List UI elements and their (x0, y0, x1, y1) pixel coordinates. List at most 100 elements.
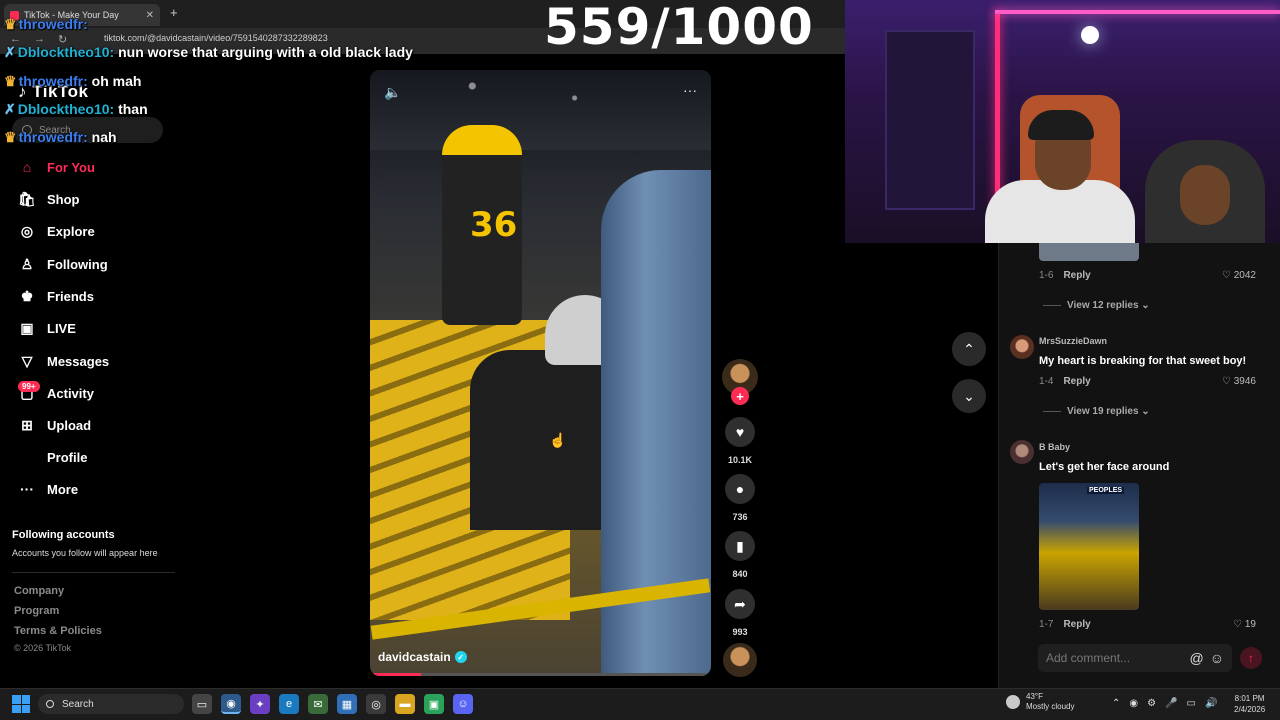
share-button[interactable]: ➦ (725, 589, 755, 619)
obs-icon[interactable]: ◎ (366, 694, 386, 714)
sidebar-item-friends[interactable]: ♚ Friends (18, 285, 94, 307)
sidebar-item-messages[interactable]: ▽ Messages (18, 350, 110, 372)
shop-icon: 🛍 (18, 190, 36, 207)
more-options-icon[interactable]: ··· (683, 82, 697, 98)
task-view-icon[interactable]: ▭ (192, 694, 212, 714)
view-replies-button[interactable]: View 19 replies ⌄ (1043, 406, 1150, 417)
arrow-up-icon: ↑ (1248, 651, 1254, 665)
view-replies-label: View 19 replies (1067, 406, 1139, 417)
commenter-avatar[interactable] (1010, 440, 1034, 464)
weather-widget[interactable]: 43°F Mostly cloudy (1006, 692, 1074, 712)
sidebar-item-shop[interactable]: 🛍 Shop (18, 188, 80, 210)
view-replies-button[interactable]: View 12 replies ⌄ (1043, 300, 1150, 311)
heart-icon: ♥ (735, 424, 745, 440)
comment-like[interactable]: ♡ 19 (1233, 619, 1256, 630)
discord-icon[interactable]: ☺ (453, 694, 473, 714)
video-author[interactable]: davidcastain ✓ (378, 650, 467, 664)
volume-icon[interactable]: 🔈 (384, 84, 401, 101)
chat-text: oh mah (91, 73, 142, 89)
commenter-avatar[interactable] (1010, 335, 1034, 359)
comment-meta: 1-7 Reply (1039, 619, 1091, 630)
sidebar-item-label: Shop (47, 191, 80, 207)
clock-time: 8:01 PM (1234, 694, 1265, 703)
new-tab-button[interactable]: + (170, 5, 178, 20)
url-text[interactable]: tiktok.com/@davidcastain/video/759154028… (104, 33, 328, 43)
footer-link-terms[interactable]: Terms & Policies (14, 625, 102, 637)
save-button[interactable]: ▮ (725, 531, 755, 561)
comment-like[interactable]: ♡ 3946 (1222, 376, 1256, 387)
windows-start-icon[interactable] (12, 695, 30, 713)
reply-button[interactable]: Reply (1063, 376, 1090, 387)
reply-button[interactable]: Reply (1063, 619, 1090, 630)
view-replies-label: View 12 replies (1067, 300, 1139, 311)
video-progress-bar[interactable] (370, 673, 711, 676)
game-app-icon[interactable]: ▣ (424, 694, 444, 714)
chat-username: Dblocktheo10: (17, 44, 115, 60)
comment-icon: ● (735, 481, 745, 497)
sidebar-item-upload[interactable]: ⊞ Upload (18, 414, 91, 436)
search-icon (46, 700, 54, 708)
crown-icon: ♛ (4, 129, 17, 145)
footer-link-program[interactable]: Program (14, 605, 59, 617)
crown-icon: ♛ (4, 73, 17, 89)
sidebar-item-for-you[interactable]: ⌂ For You (18, 156, 95, 178)
chrome-icon[interactable]: ◉ (221, 694, 241, 714)
taskbar-search[interactable]: Search (38, 694, 184, 714)
share-icon: ➦ (734, 595, 746, 612)
store-icon[interactable]: ▦ (337, 694, 357, 714)
comment-button[interactable]: ● (725, 474, 755, 504)
follow-plus-icon[interactable]: + (731, 387, 749, 405)
like-button[interactable]: ♥ (725, 417, 755, 447)
footer-link-company[interactable]: Company (14, 585, 64, 597)
crown-icon: ♛ (4, 16, 17, 32)
sidebar-item-following[interactable]: ♙ Following (18, 253, 108, 275)
sidebar-item-label: Upload (47, 417, 92, 433)
ceiling-lamp (1081, 26, 1099, 44)
video-player[interactable]: 36 🔈 ··· davidcastain ✓ (370, 70, 711, 676)
chat-text: than (118, 101, 148, 117)
app-icon[interactable]: ✉ (308, 694, 328, 714)
messages-icon: ▽ (21, 352, 33, 369)
music-disc-avatar[interactable] (723, 643, 757, 677)
bookmark-icon: ▮ (736, 537, 744, 554)
sidebar-divider (12, 572, 175, 573)
profile-icon-placeholder (18, 448, 36, 466)
post-comment-button[interactable]: ↑ (1240, 647, 1262, 669)
next-video-button[interactable]: ⌄ (952, 379, 986, 413)
mention-icon[interactable]: @ (1189, 650, 1203, 666)
sidebar-item-live[interactable]: ▣ LIVE (18, 317, 76, 339)
comment-image-partial (1039, 243, 1139, 261)
previous-video-button[interactable]: ⌃ (952, 332, 986, 366)
copilot-icon[interactable]: ✦ (250, 694, 270, 714)
streamer-cap (1028, 110, 1094, 140)
reply-button[interactable]: Reply (1063, 270, 1090, 281)
save-count: 840 (732, 569, 748, 579)
chat-message: ♛ throwedfr: oh mah (4, 73, 141, 90)
edge-icon[interactable]: e (279, 694, 299, 714)
chat-username: throwedfr: (18, 73, 88, 89)
sidebar-item-more[interactable]: ··· More (18, 478, 78, 500)
chat-message: ♛ throwedfr: (4, 16, 88, 33)
commenter-name[interactable]: MrsSuzzieDawn (1039, 336, 1107, 346)
clock-date: 2/4/2026 (1234, 705, 1266, 714)
close-tab-icon[interactable]: ✕ (146, 10, 154, 21)
sidebar-item-explore[interactable]: ◎ Explore (18, 220, 95, 242)
comment-count: 736 (732, 512, 748, 522)
comment-image[interactable]: PEOPLES (1039, 483, 1139, 610)
system-tray[interactable]: ⌃◉⚙🎤▭🔊 (1112, 698, 1226, 709)
jersey-number: 36 (470, 205, 518, 245)
comment-like[interactable]: ♡ 2042 (1222, 270, 1256, 281)
emoji-icon[interactable]: ☺ (1210, 650, 1224, 666)
comment-input[interactable]: Add comment... @ ☺ (1038, 644, 1232, 672)
webcam-overlay (845, 0, 1280, 243)
sidebar-item-profile[interactable]: Profile (18, 446, 87, 468)
cloudy-icon (1006, 695, 1020, 709)
live-icon: ▣ (20, 319, 34, 336)
following-accounts-empty: Accounts you follow will appear here (12, 548, 158, 558)
taskbar-clock[interactable]: 8:01 PM 2/4/2026 (1234, 693, 1265, 715)
commenter-name[interactable]: B Baby (1039, 442, 1070, 452)
comment-date: 1-6 (1039, 270, 1054, 281)
file-explorer-icon[interactable]: ▬ (395, 694, 415, 714)
comment-input-placeholder: Add comment... (1046, 651, 1131, 665)
comment-text: My heart is breaking for that sweet boy! (1039, 355, 1247, 367)
